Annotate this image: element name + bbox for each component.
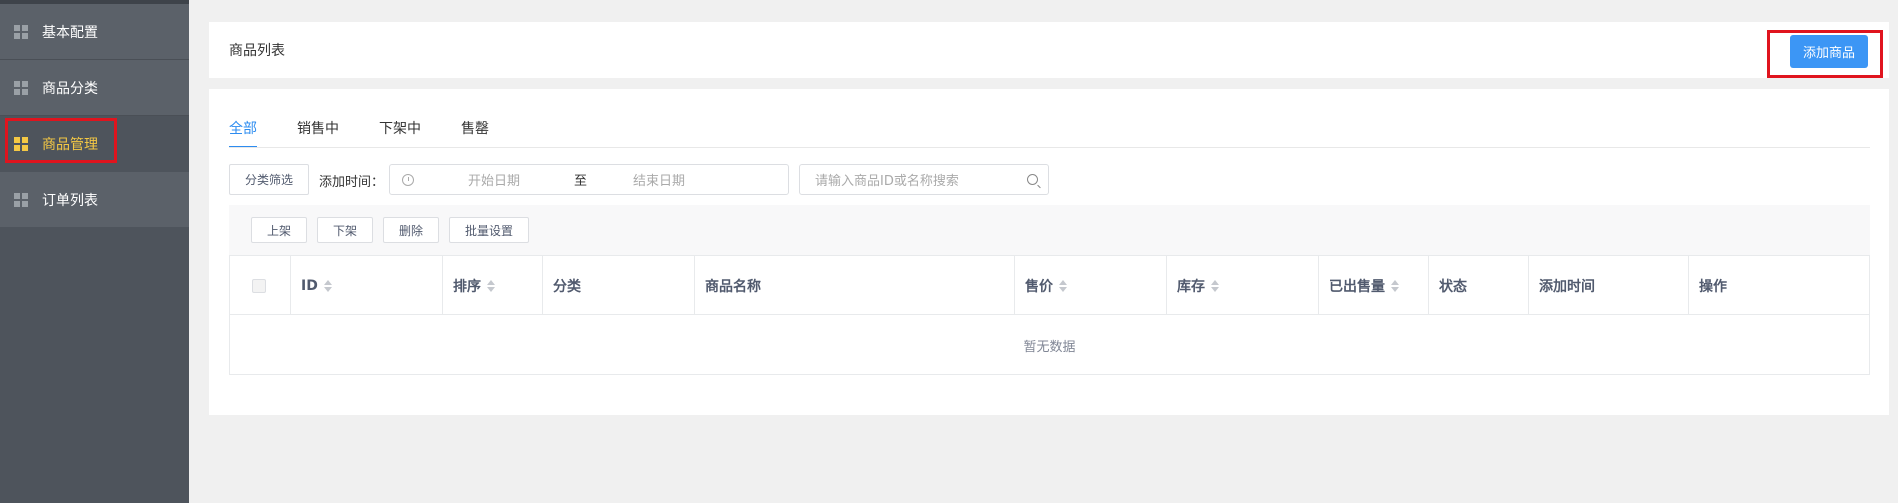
date-range-picker[interactable]: 开始日期 至 结束日期 — [389, 164, 789, 195]
tab-sold-out[interactable]: 售罄 — [461, 118, 489, 148]
tab-off-shelf[interactable]: 下架中 — [379, 118, 421, 148]
grid-icon — [14, 80, 28, 95]
sidebar-item-product-management[interactable]: 商品管理 — [0, 116, 189, 171]
page-header: 商品列表 — [209, 22, 1889, 78]
sort-icon[interactable] — [323, 279, 332, 292]
sidebar-item-order-list[interactable]: 订单列表 — [0, 172, 189, 227]
search-placeholder: 请输入商品ID或名称搜索 — [815, 174, 959, 189]
clock-icon — [402, 173, 414, 186]
sidebar-item-label: 商品管理 — [42, 136, 98, 153]
date-start-input[interactable]: 开始日期 — [468, 170, 520, 189]
sidebar-item-label: 订单列表 — [42, 192, 98, 209]
sort-icon[interactable] — [1211, 279, 1219, 292]
search-input[interactable]: 请输入商品ID或名称搜索 — [799, 164, 1049, 195]
column-header-id[interactable]: ID — [291, 256, 443, 315]
column-header-price[interactable]: 售价 — [1015, 256, 1167, 315]
sidebar-item-product-category[interactable]: 商品分类 — [0, 60, 189, 115]
tab-on-sale[interactable]: 销售中 — [297, 118, 339, 148]
table-header: ID 排序 分类 商品名称 售价 库存 已出售量 状态 添加时间 操作 — [230, 256, 1869, 315]
sort-icon[interactable] — [1391, 279, 1399, 292]
column-header-product-name: 商品名称 — [695, 256, 1015, 315]
shelve-button[interactable]: 上架 — [251, 217, 307, 243]
empty-state-text: 暂无数据 — [1023, 339, 1076, 355]
date-separator: 至 — [574, 174, 588, 189]
grid-icon — [14, 136, 28, 151]
sort-icon[interactable] — [487, 279, 495, 292]
sidebar-item-basic-config[interactable]: 基本配置 — [0, 4, 189, 59]
select-all-cell — [230, 256, 291, 315]
column-header-status: 状态 — [1429, 256, 1529, 315]
product-table: ID 排序 分类 商品名称 售价 库存 已出售量 状态 添加时间 操作 暂无数据 — [229, 255, 1870, 375]
status-tabs: 全部 销售中 下架中 售罄 — [229, 118, 529, 148]
batch-settings-button[interactable]: 批量设置 — [449, 217, 529, 243]
sidebar-item-label: 商品分类 — [42, 80, 98, 97]
category-filter-button[interactable]: 分类筛选 — [229, 164, 309, 195]
column-header-stock[interactable]: 库存 — [1167, 256, 1319, 315]
tab-all[interactable]: 全部 — [229, 118, 257, 148]
select-all-checkbox[interactable] — [252, 278, 266, 293]
column-header-sort[interactable]: 排序 — [443, 256, 543, 315]
grid-icon — [14, 24, 28, 39]
date-end-input[interactable]: 结束日期 — [633, 170, 685, 189]
column-header-added-time: 添加时间 — [1529, 256, 1689, 315]
date-label: 添加时间： — [319, 175, 385, 190]
column-header-category: 分类 — [543, 256, 695, 315]
tabs-divider — [229, 147, 1870, 148]
page-title: 商品列表 — [229, 43, 285, 59]
add-product-button[interactable]: 添加商品 — [1790, 35, 1868, 68]
column-header-sold[interactable]: 已出售量 — [1319, 256, 1429, 315]
sort-icon[interactable] — [1059, 279, 1067, 292]
unshelve-button[interactable]: 下架 — [317, 217, 373, 243]
search-icon[interactable] — [1027, 174, 1038, 185]
delete-button[interactable]: 删除 — [383, 217, 439, 243]
sidebar-item-label: 基本配置 — [42, 24, 98, 41]
sidebar: 基本配置 商品分类 商品管理 订单列表 — [0, 0, 189, 503]
grid-icon — [14, 192, 28, 207]
column-header-actions: 操作 — [1699, 278, 1727, 295]
